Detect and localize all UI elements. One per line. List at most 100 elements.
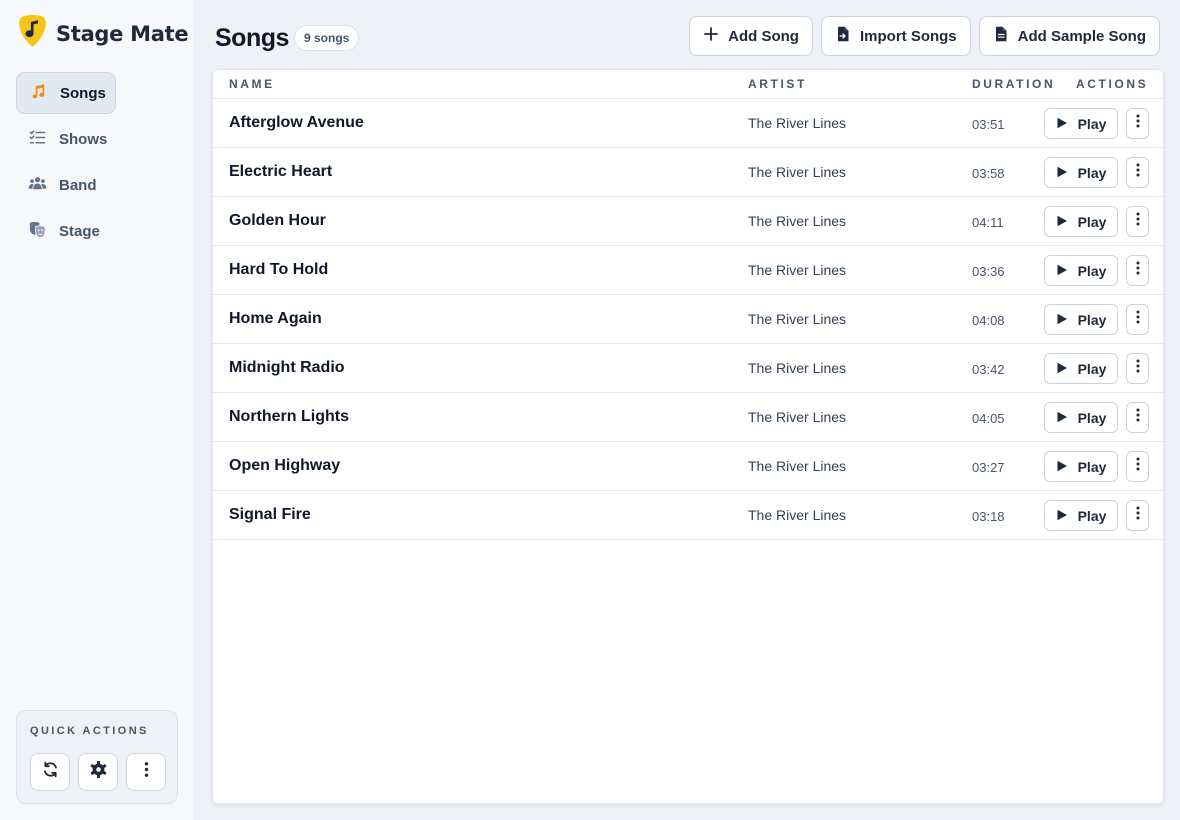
row-more-button[interactable]: [1126, 451, 1149, 482]
settings-button[interactable]: [78, 753, 118, 791]
sidebar-item-label: Band: [59, 176, 97, 194]
table-row[interactable]: Hard To Hold The River Lines 03:36 Play: [213, 246, 1163, 295]
song-artist: The River Lines: [748, 458, 847, 474]
quick-actions-panel: QUICK ACTIONS: [16, 710, 178, 804]
column-header-name[interactable]: NAME: [229, 77, 275, 91]
play-icon: [1056, 508, 1068, 524]
song-name[interactable]: Open Highway: [229, 457, 340, 475]
refresh-button[interactable]: [30, 753, 70, 791]
play-icon: [1056, 116, 1068, 132]
table-row[interactable]: Open Highway The River Lines 03:27 Play: [213, 442, 1163, 491]
play-button[interactable]: Play: [1044, 451, 1118, 482]
play-button[interactable]: Play: [1044, 304, 1118, 335]
row-more-button[interactable]: [1126, 353, 1149, 384]
column-header-duration[interactable]: DURATION: [972, 77, 1055, 91]
play-button[interactable]: Play: [1044, 255, 1118, 286]
play-icon: [1056, 410, 1068, 426]
play-label: Play: [1077, 507, 1107, 524]
column-header-artist[interactable]: ARTIST: [748, 77, 807, 91]
song-duration: 03:27: [972, 460, 1005, 475]
song-duration: 04:11: [972, 215, 1004, 230]
play-button[interactable]: Play: [1044, 206, 1118, 237]
add-sample-song-label: Add Sample Song: [1017, 27, 1146, 45]
users-icon: [28, 174, 47, 197]
more-vertical-icon: [1136, 261, 1140, 280]
quick-actions-title: QUICK ACTIONS: [30, 725, 149, 737]
song-artist: The River Lines: [748, 507, 847, 523]
sidebar-item-band[interactable]: Band: [16, 164, 180, 206]
file-text-icon: [993, 26, 1009, 46]
sidebar-item-stage[interactable]: Stage: [16, 210, 180, 252]
play-label: Play: [1077, 409, 1107, 426]
app-logo[interactable]: Stage Mate: [18, 14, 189, 53]
row-more-button[interactable]: [1126, 304, 1149, 335]
song-duration: 03:58: [972, 166, 1005, 181]
sidebar-item-label: Stage: [59, 222, 100, 240]
play-button[interactable]: Play: [1044, 108, 1118, 139]
file-import-icon: [835, 26, 851, 46]
song-name[interactable]: Home Again: [229, 310, 322, 328]
table-row[interactable]: Home Again The River Lines 04:08 Play: [213, 295, 1163, 344]
song-name[interactable]: Signal Fire: [229, 506, 311, 524]
play-label: Play: [1077, 262, 1107, 279]
play-label: Play: [1077, 360, 1107, 377]
sidebar-item-songs[interactable]: Songs: [16, 72, 116, 114]
more-options-button[interactable]: [126, 753, 166, 791]
sidebar-item-shows[interactable]: Shows: [16, 118, 180, 160]
play-icon: [1056, 312, 1068, 328]
refresh-icon: [41, 760, 60, 784]
song-artist: The River Lines: [748, 262, 847, 278]
plus-icon: [703, 26, 719, 46]
song-duration: 04:08: [972, 313, 1005, 328]
play-label: Play: [1077, 164, 1107, 181]
row-more-button[interactable]: [1126, 255, 1149, 286]
song-artist: The River Lines: [748, 213, 847, 229]
play-label: Play: [1077, 213, 1107, 230]
song-name[interactable]: Midnight Radio: [229, 359, 345, 377]
table-row[interactable]: Electric Heart The River Lines 03:58 Play: [213, 148, 1163, 197]
sidebar-item-label: Songs: [60, 84, 106, 102]
play-icon: [1056, 214, 1068, 230]
table-row[interactable]: Signal Fire The River Lines 03:18 Play: [213, 491, 1163, 540]
song-name[interactable]: Electric Heart: [229, 163, 332, 181]
song-name[interactable]: Northern Lights: [229, 408, 349, 426]
song-name[interactable]: Afterglow Avenue: [229, 114, 364, 132]
table-row[interactable]: Midnight Radio The River Lines 03:42 Play: [213, 344, 1163, 393]
row-more-button[interactable]: [1126, 108, 1149, 139]
play-button[interactable]: Play: [1044, 353, 1118, 384]
app-name: Stage Mate: [56, 21, 189, 46]
gear-icon: [89, 760, 108, 784]
play-icon: [1056, 361, 1068, 377]
sidebar-item-label: Shows: [59, 130, 108, 148]
checklist-icon: [28, 128, 47, 151]
table-row[interactable]: Afterglow Avenue The River Lines 03:51 Play: [213, 99, 1163, 148]
play-button[interactable]: Play: [1044, 402, 1118, 433]
row-more-button[interactable]: [1126, 157, 1149, 188]
song-duration: 03:42: [972, 362, 1005, 377]
table-header: NAME ARTIST DURATION ACTIONS: [213, 70, 1163, 99]
table-row[interactable]: Golden Hour The River Lines 04:11 Play: [213, 197, 1163, 246]
row-more-button[interactable]: [1126, 206, 1149, 237]
sidebar: Stage Mate Songs Shows Band Stage QUICK …: [0, 0, 195, 820]
add-song-button[interactable]: Add Song: [689, 16, 813, 56]
play-label: Play: [1077, 311, 1107, 328]
more-vertical-icon: [137, 760, 156, 784]
music-note-icon: [29, 82, 48, 105]
play-button[interactable]: Play: [1044, 157, 1118, 188]
play-button[interactable]: Play: [1044, 500, 1118, 531]
table-row[interactable]: Northern Lights The River Lines 04:05 Play: [213, 393, 1163, 442]
row-more-button[interactable]: [1126, 500, 1149, 531]
guitar-pick-music-note-icon: [18, 14, 47, 53]
sidebar-nav: Songs Shows Band Stage: [16, 72, 180, 256]
song-artist: The River Lines: [748, 115, 847, 131]
more-vertical-icon: [1136, 163, 1140, 182]
song-duration: 03:18: [972, 509, 1005, 524]
row-more-button[interactable]: [1126, 402, 1149, 433]
song-name[interactable]: Golden Hour: [229, 212, 326, 230]
more-vertical-icon: [1136, 359, 1140, 378]
import-songs-button[interactable]: Import Songs: [820, 16, 971, 56]
song-artist: The River Lines: [748, 360, 847, 376]
play-label: Play: [1077, 458, 1107, 475]
song-name[interactable]: Hard To Hold: [229, 261, 328, 279]
add-sample-song-button[interactable]: Add Sample Song: [978, 16, 1160, 56]
